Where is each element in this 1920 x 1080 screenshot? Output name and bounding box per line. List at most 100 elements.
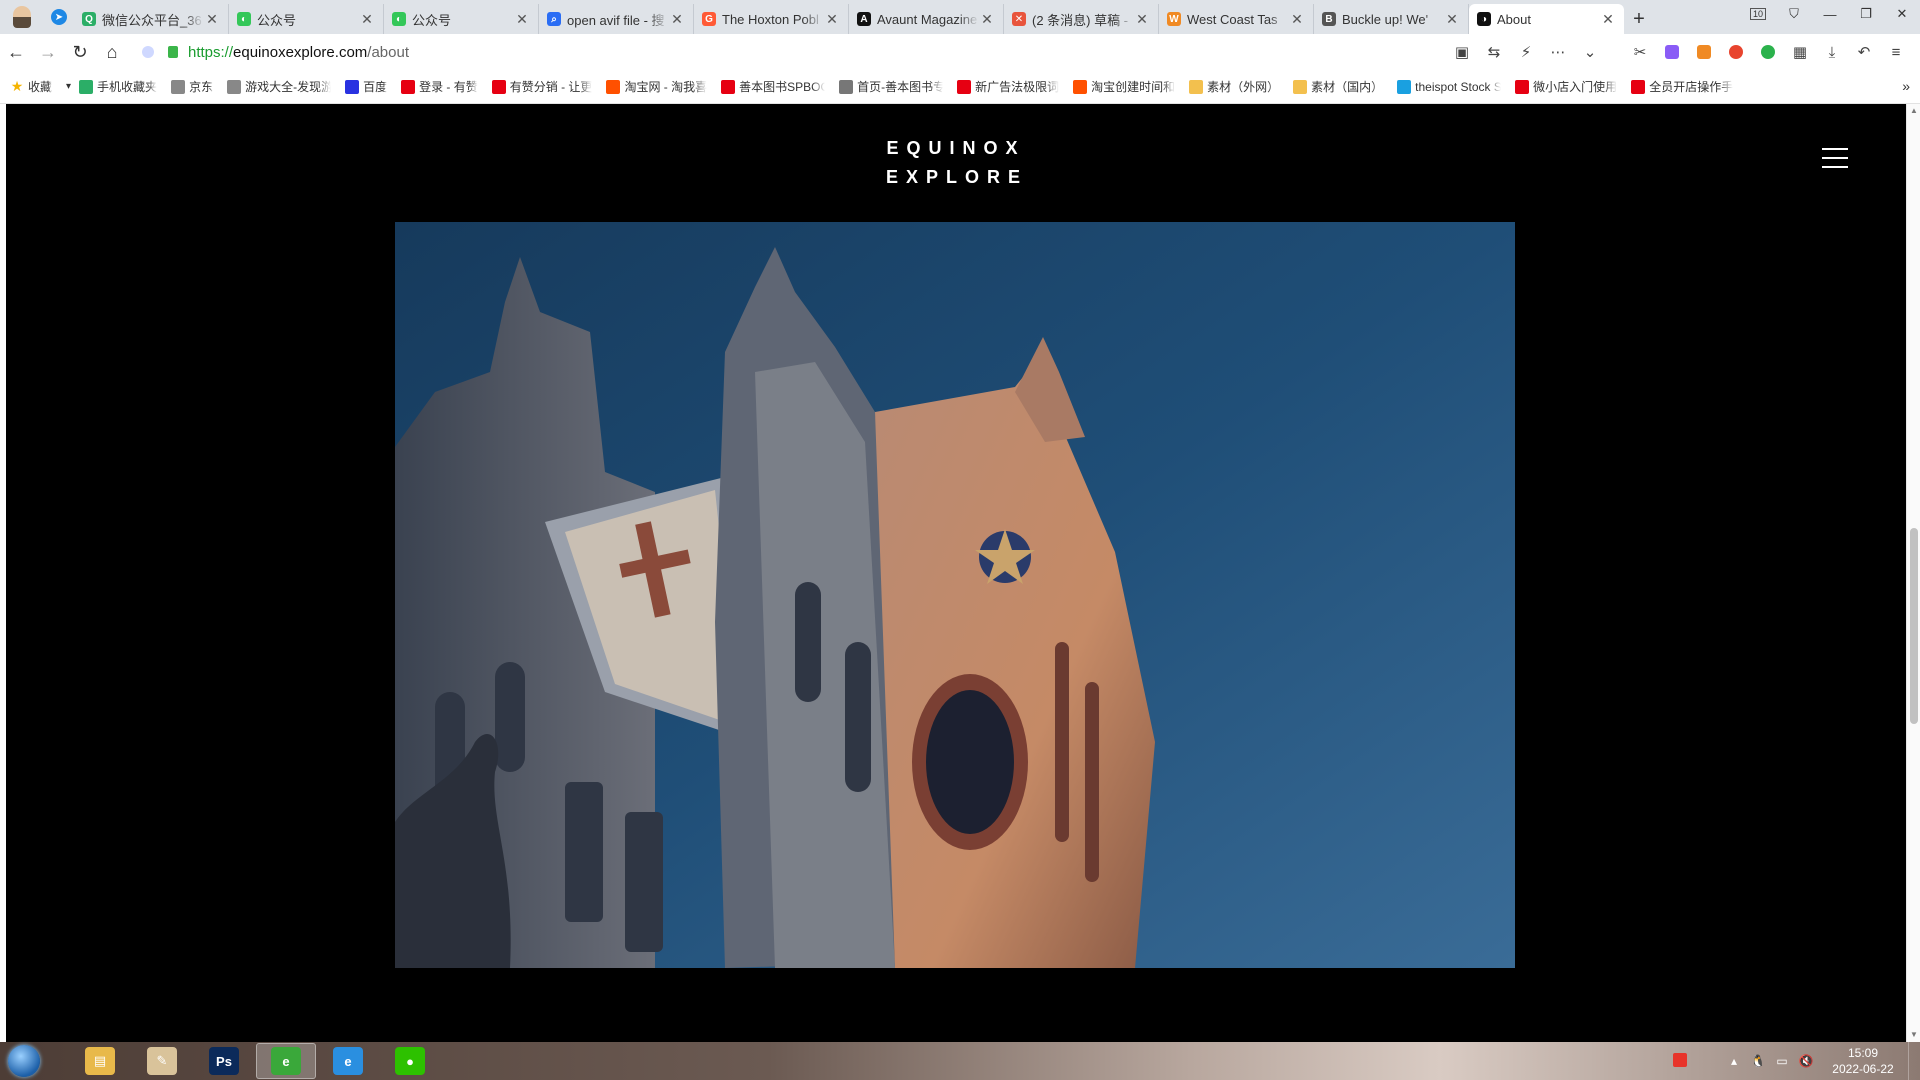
bookmark-item[interactable]: 首页-善本图书专 xyxy=(839,78,943,95)
sogou-ime-icon[interactable] xyxy=(1668,1052,1692,1070)
tab-close-icon[interactable]: ✕ xyxy=(359,11,375,28)
tab-close-icon[interactable]: ✕ xyxy=(1134,11,1150,28)
lightning-icon[interactable]: ⚡ xyxy=(1510,36,1542,68)
bookmark-item[interactable]: 百度 xyxy=(345,78,387,95)
taskbar-app-browser-360[interactable]: e xyxy=(256,1043,316,1079)
tab-close-icon[interactable]: ✕ xyxy=(669,11,685,28)
bookmark-label: 收藏 xyxy=(28,80,53,94)
chevron-down-icon[interactable]: ⌄ xyxy=(1574,36,1606,68)
taskbar-app-photoshop[interactable]: Ps xyxy=(194,1043,254,1079)
apps-grid-icon[interactable]: ▦ xyxy=(1784,36,1816,68)
extension-purple-icon[interactable] xyxy=(1656,36,1688,68)
fk-icon xyxy=(957,79,972,94)
bookmark-label: theispot Stock S xyxy=(1415,79,1502,94)
bookmark-item[interactable]: 全员开店操作手 xyxy=(1631,78,1733,95)
restore-button[interactable]: ❐ xyxy=(1848,0,1884,28)
browser-360-icon: e xyxy=(271,1047,301,1075)
bookmark-item[interactable]: 微小店入门使用 xyxy=(1515,78,1617,95)
scrollbar-thumb[interactable] xyxy=(1910,528,1918,724)
address-bar[interactable]: https://equinoxexplore.com/about xyxy=(128,37,1446,67)
tab-close-icon[interactable]: ✕ xyxy=(1444,11,1460,28)
image-icon[interactable]: ▣ xyxy=(1446,36,1478,68)
browser-tab[interactable]: W West Coast Tas ✕ xyxy=(1159,4,1314,34)
bookmark-item[interactable]: 游戏大全-发现游 xyxy=(227,78,331,95)
bookmark-item[interactable]: ★ 收藏 xyxy=(10,78,52,95)
browser-tab[interactable]: ◐ 公众号 ✕ xyxy=(229,4,384,34)
tab-close-icon[interactable]: ✕ xyxy=(824,11,840,28)
start-button[interactable] xyxy=(0,1042,48,1080)
scroll-up-arrow-icon[interactable]: ▲ xyxy=(1907,104,1920,118)
system-clock[interactable]: 15:09 2022-06-22 xyxy=(1818,1045,1908,1077)
bookmark-item[interactable]: 新广告法极限词 xyxy=(957,78,1059,95)
bookmark-label: 微小店入门使用 xyxy=(1533,80,1618,94)
taskbar-app-paint[interactable]: ✎ xyxy=(132,1043,192,1079)
gamepad-icon[interactable] xyxy=(1688,36,1720,68)
show-desktop-button[interactable] xyxy=(1908,1042,1920,1080)
more-icon[interactable]: ⋯ xyxy=(1542,36,1574,68)
menu-icon[interactable]: ≡ xyxy=(1880,36,1912,68)
tab-favicon-icon: Q xyxy=(82,12,96,26)
reload-button[interactable]: ↻ xyxy=(64,36,96,68)
separator xyxy=(1606,36,1624,68)
window-controls: 10 ⛉ — ❐ ✕ xyxy=(1740,0,1920,28)
phone-icon xyxy=(79,79,94,94)
bookmark-dropdown-icon[interactable]: ▾ xyxy=(66,81,71,92)
forward-button[interactable]: → xyxy=(32,36,64,68)
bookmark-item[interactable]: 淘宝创建时间和 xyxy=(1073,78,1175,95)
tab-count-button[interactable]: 10 xyxy=(1740,0,1776,28)
shirt-icon[interactable]: ⛉ xyxy=(1776,0,1812,28)
hamburger-menu-icon[interactable] xyxy=(1822,148,1848,168)
browser-tab[interactable]: ✕ (2 条消息) 草稿 - ✕ xyxy=(1004,4,1159,34)
bookmark-item[interactable]: 淘宝网 - 淘我喜 xyxy=(606,78,707,95)
extension-green-icon[interactable] xyxy=(1752,36,1784,68)
extension-red-icon[interactable] xyxy=(1720,36,1752,68)
site-logo[interactable]: EQUINOX EXPLORE xyxy=(886,134,1026,192)
bookmark-item[interactable]: 京东 xyxy=(171,78,213,95)
show-hidden-icons-icon[interactable]: ▴ xyxy=(1722,1054,1746,1068)
browser-tab[interactable]: A Avaunt Magazine ✕ xyxy=(849,4,1004,34)
scissors-icon[interactable]: ✂ xyxy=(1624,36,1656,68)
qq-icon[interactable]: 🐧 xyxy=(1746,1054,1770,1068)
pinned-tab[interactable]: ➤ xyxy=(44,0,74,34)
page-scrollbar[interactable]: ▲ ▼ xyxy=(1906,104,1920,1042)
browser-tab[interactable]: ⌕ open avif file - 搜 ✕ xyxy=(539,4,694,34)
browser-tab[interactable]: G The Hoxton Pobl ✕ xyxy=(694,4,849,34)
download-icon[interactable]: ⤓ xyxy=(1816,36,1848,68)
network-icon[interactable]: ▭ xyxy=(1770,1054,1794,1068)
taskbar-app-explorer[interactable]: ▤ xyxy=(70,1043,130,1079)
tab-close-icon[interactable]: ✕ xyxy=(979,11,995,28)
tab-list: Q 微信公众平台_36 ✕ ◐ 公众号 ✕ ◐ 公众号 ✕ ⌕ open avif file - 搜… xyxy=(74,0,1624,34)
tab-close-icon[interactable]: ✕ xyxy=(1600,11,1616,28)
scroll-down-arrow-icon[interactable]: ▼ xyxy=(1907,1028,1920,1042)
bookmark-item[interactable]: theispot Stock S xyxy=(1397,79,1502,94)
tab-close-icon[interactable]: ✕ xyxy=(514,11,530,28)
new-tab-button[interactable]: + xyxy=(1624,4,1654,34)
home-button[interactable]: ⌂ xyxy=(96,36,128,68)
taskbar-app-internet-explorer[interactable]: e xyxy=(318,1043,378,1079)
page-viewport: EQUINOX EXPLORE ▲ ▼ xyxy=(0,104,1920,1042)
profile-avatar[interactable] xyxy=(0,0,44,34)
bookmark-item[interactable]: 有赞分销 - 让更 xyxy=(491,78,592,95)
photoshop-icon: Ps xyxy=(209,1047,239,1075)
translate-icon[interactable]: ⇆ xyxy=(1478,36,1510,68)
bookmark-item[interactable]: 素材（国内） xyxy=(1293,78,1383,95)
undo-icon[interactable]: ↶ xyxy=(1848,36,1880,68)
bookmark-item[interactable]: 善本图书SPBOO xyxy=(721,78,825,95)
volume-muted-icon[interactable]: 🔇 xyxy=(1794,1054,1818,1068)
close-window-button[interactable]: ✕ xyxy=(1884,0,1920,28)
taskbar-app-wechat[interactable]: ● xyxy=(380,1043,440,1079)
browser-tab[interactable]: ◐ 公众号 ✕ xyxy=(384,4,539,34)
bookmark-item[interactable]: 素材（外网） xyxy=(1189,78,1279,95)
folder-icon xyxy=(1189,79,1204,94)
browser-tab[interactable]: B Buckle up! We' ✕ xyxy=(1314,4,1469,34)
back-button[interactable]: ← xyxy=(0,36,32,68)
browser-tab[interactable]: Q 微信公众平台_36 ✕ xyxy=(74,4,229,34)
minimize-button[interactable]: — xyxy=(1812,0,1848,28)
browser-tab[interactable]: ◑ About ✕ xyxy=(1469,4,1624,34)
chevron-double-right-icon[interactable]: » xyxy=(1902,78,1910,94)
bookmark-item[interactable]: 登录 - 有赞 xyxy=(401,78,478,95)
star-icon: ★ xyxy=(10,78,24,94)
bookmark-item[interactable]: 手机收藏夹 xyxy=(79,78,157,95)
tab-close-icon[interactable]: ✕ xyxy=(204,11,220,28)
tab-close-icon[interactable]: ✕ xyxy=(1289,11,1305,28)
